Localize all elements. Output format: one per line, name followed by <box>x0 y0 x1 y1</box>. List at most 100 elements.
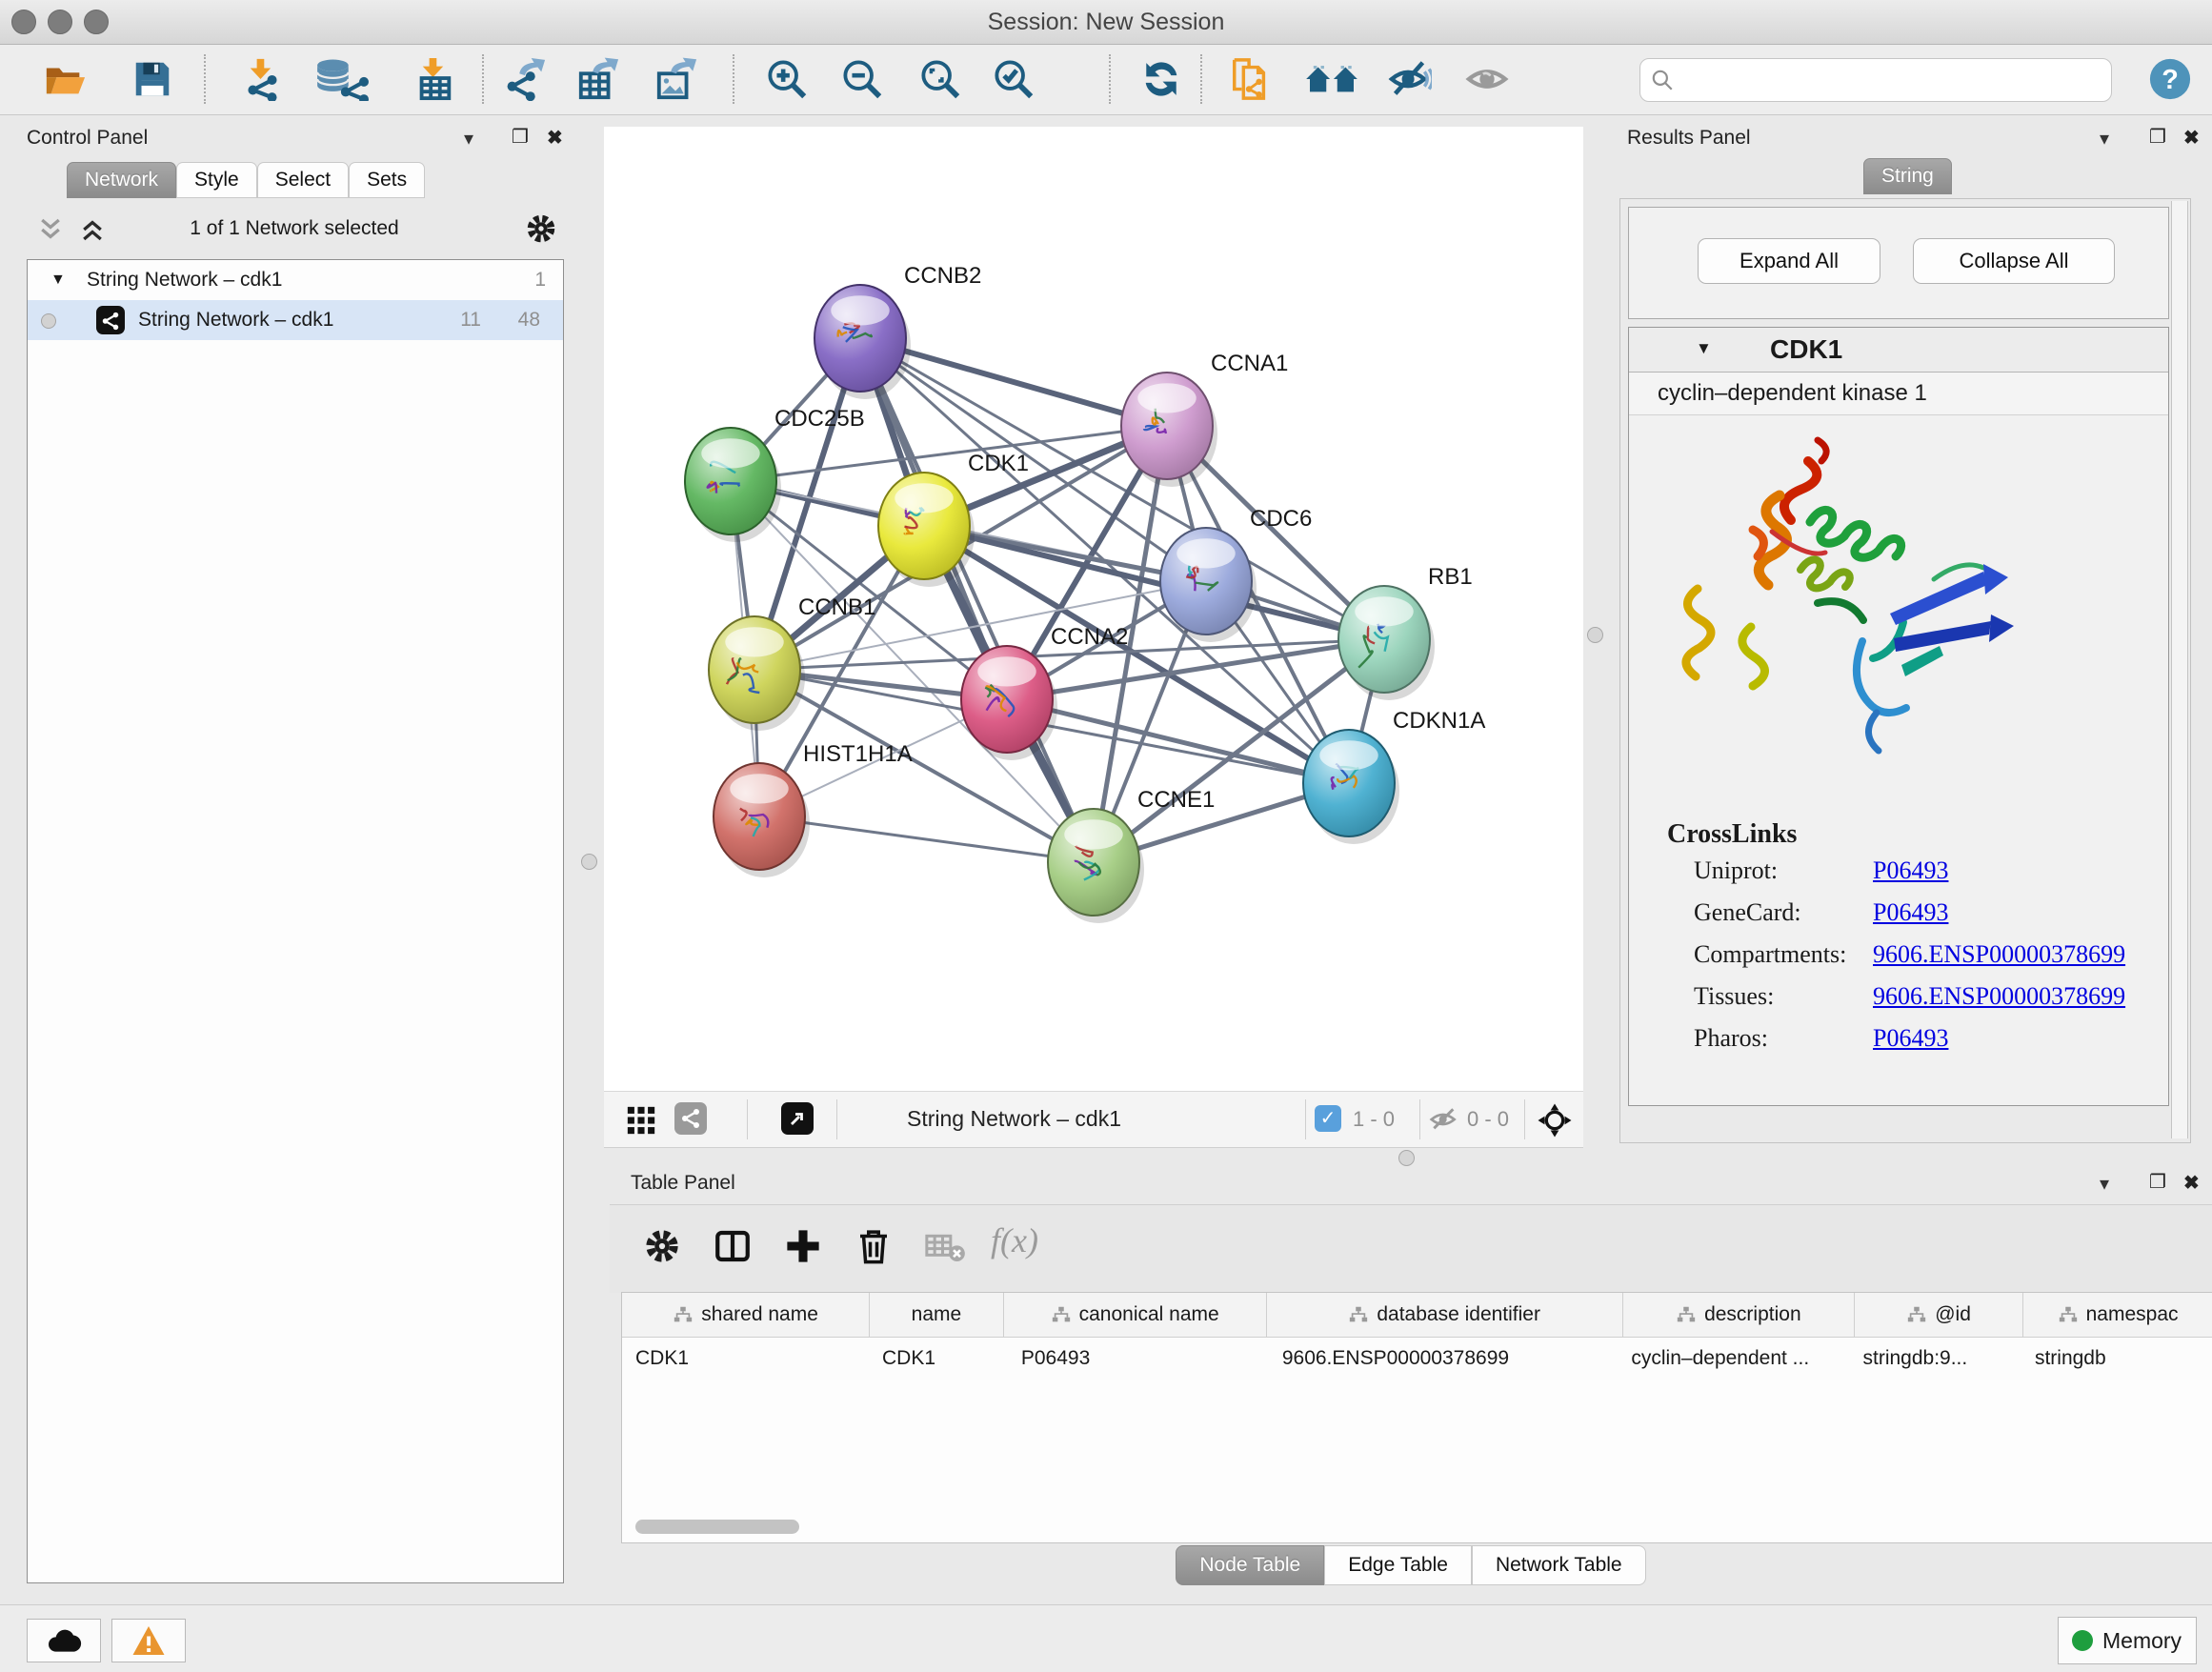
cloud-button[interactable] <box>27 1619 101 1662</box>
selected-nodes-checkbox[interactable]: ✓ <box>1315 1105 1341 1132</box>
column-header-database-identifier[interactable]: database identifier <box>1267 1293 1623 1337</box>
search-input[interactable] <box>1639 58 2112 102</box>
column-header--id[interactable]: @id <box>1855 1293 2023 1337</box>
network-view-icon[interactable] <box>674 1102 707 1135</box>
network-node-RB1[interactable] <box>1338 586 1435 700</box>
node-label-CDC25B: CDC25B <box>774 406 865 432</box>
export-image-icon[interactable] <box>654 57 698 101</box>
network-node-CCNE1[interactable] <box>1048 809 1144 923</box>
add-column-icon[interactable] <box>783 1226 823 1266</box>
tab-edge-table[interactable]: Edge Table <box>1324 1545 1472 1585</box>
results-panel-close-icon[interactable]: ✖ <box>2183 126 2200 150</box>
birds-eye-view-icon[interactable] <box>1536 1101 1574 1139</box>
tab-node-table[interactable]: Node Table <box>1176 1545 1324 1585</box>
node-label-CDC6: CDC6 <box>1250 506 1312 532</box>
import-network-file-icon[interactable] <box>240 57 284 101</box>
detach-view-icon[interactable] <box>781 1102 814 1135</box>
network-node-HIST1H1A[interactable] <box>714 763 810 877</box>
zoom-in-icon[interactable] <box>765 57 809 101</box>
table-cell[interactable]: stringdb <box>2021 1338 2212 1380</box>
control-panel-close-icon[interactable]: ✖ <box>547 126 563 150</box>
network-node-CDC25B[interactable] <box>685 428 781 542</box>
crosslink-value-link[interactable]: 9606.ENSP00000378699 <box>1873 982 2125 1011</box>
results-scrollbar[interactable] <box>2171 201 2188 1138</box>
control-panel-float-icon[interactable]: ▾ <box>464 127 473 151</box>
table-cell[interactable]: P06493 <box>1008 1338 1269 1380</box>
network-node-CCNB1[interactable] <box>709 616 805 731</box>
clone-network-icon[interactable] <box>1229 57 1273 101</box>
crosslink-value-link[interactable]: P06493 <box>1873 1024 1948 1053</box>
control-panel-tabs: NetworkStyleSelectSets <box>67 162 425 198</box>
open-session-icon[interactable] <box>43 57 87 101</box>
help-icon[interactable]: ? <box>2148 57 2192 101</box>
left-splitter-handle[interactable] <box>581 854 597 870</box>
crosslink-value-link[interactable]: 9606.ENSP00000378699 <box>1873 940 2125 969</box>
network-node-CDK1[interactable] <box>878 473 975 587</box>
column-header-namespac[interactable]: namespac <box>2023 1293 2212 1337</box>
cdk1-section-header[interactable]: ▼ CDK1 <box>1629 328 2168 373</box>
tab-network-table[interactable]: Network Table <box>1472 1545 1646 1585</box>
memory-button[interactable]: Memory <box>2058 1617 2197 1664</box>
network-collection-row[interactable]: ▼ String Network – cdk1 1 <box>28 260 563 300</box>
column-header-canonical-name[interactable]: canonical name <box>1004 1293 1267 1337</box>
show-all-icon[interactable] <box>1465 57 1509 101</box>
crosslink-value-link[interactable]: P06493 <box>1873 898 1948 927</box>
table-hscrollbar-thumb[interactable] <box>635 1520 799 1534</box>
column-header-description[interactable]: description <box>1623 1293 1855 1337</box>
node-label-CDK1: CDK1 <box>968 451 1029 476</box>
export-network-icon[interactable] <box>503 57 547 101</box>
export-table-icon[interactable] <box>576 57 620 101</box>
save-session-icon[interactable] <box>131 57 174 101</box>
import-table-file-icon[interactable] <box>412 57 456 101</box>
results-panel-float-icon[interactable]: ▾ <box>2100 127 2109 151</box>
network-node-CDKN1A[interactable] <box>1303 730 1399 844</box>
table-cell[interactable]: CDK1 <box>869 1338 1008 1380</box>
network-options-gear-icon[interactable] <box>524 212 558 246</box>
show-columns-icon[interactable] <box>713 1226 753 1266</box>
network-node-CCNA1[interactable] <box>1121 373 1217 487</box>
memory-label: Memory <box>2102 1628 2182 1654</box>
table-cell[interactable]: cyclin–dependent ... <box>1618 1338 1849 1380</box>
table-cell[interactable]: stringdb:9... <box>1850 1338 2021 1380</box>
network-row[interactable]: String Network – cdk1 11 48 <box>28 300 563 340</box>
zoom-out-icon[interactable] <box>840 57 884 101</box>
tab-select[interactable]: Select <box>257 162 349 198</box>
tab-network[interactable]: Network <box>67 162 176 198</box>
table-panel-float-icon[interactable]: ▾ <box>2100 1172 2109 1196</box>
crosslink-value-link[interactable]: P06493 <box>1873 856 1948 885</box>
network-node-CCNA2[interactable] <box>961 646 1057 760</box>
table-options-gear-icon[interactable] <box>642 1226 682 1266</box>
table-row[interactable]: CDK1CDK1P064939606.ENSP00000378699cyclin… <box>622 1338 2212 1380</box>
collection-expand-icon[interactable]: ▼ <box>50 260 66 300</box>
tab-sets[interactable]: Sets <box>349 162 425 198</box>
control-panel-maximize-icon[interactable]: ❐ <box>512 125 529 149</box>
expand-all-button[interactable]: Expand All <box>1698 238 1880 284</box>
collapse-all-button[interactable]: Collapse All <box>1913 238 2115 284</box>
network-graph[interactable]: CCNB2CCNA1CDC25BCDK1CDC6RB1CCNB1CCNA2CDK… <box>604 127 1583 1091</box>
first-neighbors-icon[interactable] <box>1304 57 1359 101</box>
tab-style[interactable]: Style <box>176 162 257 198</box>
column-header-name[interactable]: name <box>870 1293 1003 1337</box>
network-node-CCNB2[interactable] <box>814 285 911 399</box>
results-panel-maximize-icon[interactable]: ❐ <box>2149 125 2166 149</box>
cdk1-collapse-icon[interactable]: ▼ <box>1696 339 1712 358</box>
cdk1-section: ▼ CDK1 cyclin–dependent kinase 1 <box>1628 327 2169 1106</box>
refresh-icon[interactable] <box>1139 57 1183 101</box>
delete-column-trash-icon[interactable] <box>854 1226 894 1266</box>
zoom-fit-icon[interactable] <box>918 57 962 101</box>
results-panel-title: Results Panel <box>1627 127 1751 150</box>
hide-selected-icon[interactable] <box>1388 57 1432 101</box>
right-splitter-handle[interactable] <box>1587 627 1603 643</box>
network-canvas[interactable]: CCNB2CCNA1CDC25BCDK1CDC6RB1CCNB1CCNA2CDK… <box>604 127 1583 1091</box>
grid-view-icon[interactable] <box>625 1104 657 1137</box>
tab-string[interactable]: String <box>1863 158 1952 194</box>
import-network-database-icon[interactable] <box>314 57 370 101</box>
table-hscrollbar[interactable] <box>622 1518 2212 1537</box>
table-panel-maximize-icon[interactable]: ❐ <box>2149 1170 2166 1194</box>
zoom-selected-icon[interactable] <box>992 57 1036 101</box>
table-panel-close-icon[interactable]: ✖ <box>2183 1171 2200 1195</box>
table-cell[interactable]: 9606.ENSP00000378699 <box>1269 1338 1619 1380</box>
table-cell[interactable]: CDK1 <box>622 1338 869 1380</box>
column-header-shared-name[interactable]: shared name <box>622 1293 870 1337</box>
warnings-button[interactable] <box>111 1619 186 1662</box>
